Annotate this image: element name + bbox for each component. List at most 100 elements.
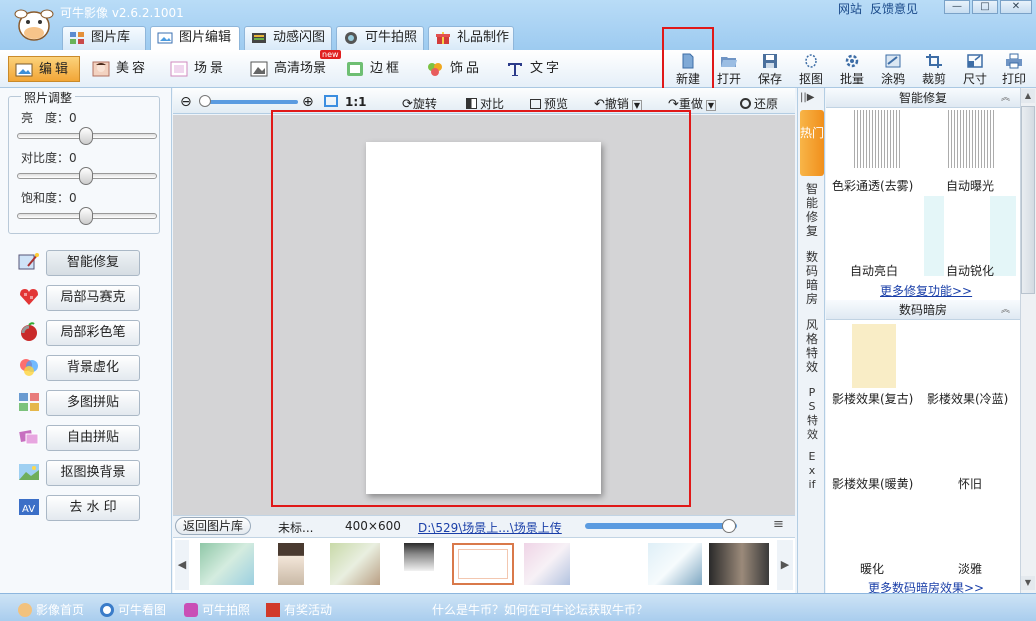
- tab-flash-gif[interactable]: 动感闪图: [244, 26, 332, 50]
- effect-thumbnail[interactable]: [946, 110, 994, 168]
- effect-studio-cool-blue[interactable]: 影楼效果(冷蓝): [927, 390, 1008, 407]
- replace-background-button[interactable]: 抠图换背景: [46, 460, 140, 486]
- thumbnail[interactable]: [200, 543, 254, 585]
- local-color-pen-button[interactable]: 局部彩色笔: [46, 320, 140, 346]
- open-folder-icon: [721, 57, 737, 67]
- batch-button[interactable]: 批量: [832, 52, 872, 86]
- coin-notice-link[interactable]: 什么是牛币？如何在可牛论坛获取牛币？: [432, 601, 648, 618]
- effect-auto-exposure[interactable]: 自动曝光: [946, 177, 994, 194]
- maximize-button[interactable]: □: [972, 0, 998, 14]
- filmstrip-next-icon[interactable]: ▶: [777, 540, 793, 590]
- effect-thumbnail[interactable]: [852, 110, 900, 168]
- viewer-link[interactable]: 可牛看图: [100, 601, 166, 618]
- tool-decoration[interactable]: 饰品: [420, 56, 496, 82]
- tool-text[interactable]: 文字: [500, 56, 576, 82]
- vtab-smart-repair[interactable]: 智能修复: [800, 182, 824, 248]
- resize-button[interactable]: 尺寸: [955, 52, 995, 86]
- effect-warm[interactable]: 暖化: [860, 560, 884, 577]
- effect-auto-sharpen[interactable]: 自动锐化: [946, 262, 994, 279]
- restore-icon: [740, 98, 751, 109]
- vtab-exif[interactable]: Exif: [800, 450, 824, 506]
- local-mosaic-button[interactable]: 局部马赛克: [46, 285, 140, 311]
- scroll-thumb[interactable]: [1021, 106, 1035, 294]
- section-darkroom-header[interactable]: 数码暗房 ︽: [826, 300, 1020, 320]
- promotion-link[interactable]: 有奖活动: [266, 601, 332, 618]
- website-link[interactable]: 网站: [838, 2, 862, 16]
- multi-collage-button[interactable]: 多图拼贴: [46, 390, 140, 416]
- print-button[interactable]: 打印: [994, 52, 1034, 86]
- scene-icon: [170, 61, 188, 77]
- tab-image-edit[interactable]: 图片编辑: [150, 26, 240, 52]
- tool-scene[interactable]: 场景: [164, 56, 240, 82]
- feedback-link[interactable]: 反馈意见: [870, 2, 918, 16]
- thumbnail[interactable]: [648, 543, 702, 585]
- eye-icon: [100, 603, 114, 617]
- zoom-in-icon[interactable]: ⊕: [302, 94, 314, 110]
- thumbnail[interactable]: [524, 543, 570, 585]
- tool-frame[interactable]: 边框: [340, 56, 416, 82]
- vtab-style-effects[interactable]: 风格特效: [800, 318, 824, 382]
- cutout-button[interactable]: 抠图: [791, 52, 831, 86]
- vtab-digital-darkroom[interactable]: 数码暗房: [800, 250, 824, 314]
- tool-hd-scene[interactable]: 高清场景 new: [244, 50, 341, 82]
- section-smart-repair-header[interactable]: 智能修复 ︽: [826, 88, 1020, 108]
- saturation-slider-knob[interactable]: [79, 207, 93, 225]
- vtab-hot[interactable]: 热门: [800, 110, 824, 176]
- scroll-down-icon[interactable]: ▼: [1021, 576, 1035, 590]
- back-to-gallery-button[interactable]: 返回图片库: [175, 517, 251, 535]
- actual-size-label[interactable]: 1:1: [345, 95, 367, 109]
- open-button[interactable]: 打开: [709, 52, 749, 86]
- effect-auto-brighten[interactable]: 自动亮白: [850, 262, 898, 279]
- tab-gallery[interactable]: 图片库: [62, 26, 146, 50]
- doodle-button[interactable]: 涂鸦: [873, 52, 913, 86]
- tab-gift[interactable]: 礼品制作: [428, 26, 514, 50]
- left-panel: 照片调整 亮 度：0 对比度：0 饱和度：0 智能修复 局部马赛克 局部彩色笔 …: [0, 88, 172, 593]
- vtab-ps-effects[interactable]: PS特效: [800, 386, 824, 441]
- collapse-panel-icon[interactable]: ||▶: [800, 92, 814, 103]
- effect-thumbnail[interactable]: [852, 324, 896, 388]
- replace-background-icon: [19, 464, 39, 480]
- minimize-button[interactable]: —: [944, 0, 970, 14]
- tool-beauty[interactable]: 美容: [86, 56, 162, 82]
- effect-defog[interactable]: 色彩通透(去雾): [832, 177, 913, 194]
- contrast-slider-knob[interactable]: [79, 167, 93, 185]
- close-button[interactable]: ✕: [1000, 0, 1032, 14]
- file-path-link[interactable]: D:\529\场景上...\场景上传: [418, 519, 562, 536]
- zoom-out-icon[interactable]: ⊖: [180, 94, 192, 110]
- fit-screen-icon[interactable]: [324, 95, 338, 107]
- background-blur-button[interactable]: 背景虚化: [46, 355, 140, 381]
- collapse-icon: ︽: [1000, 305, 1010, 315]
- free-collage-button[interactable]: 自由拼贴: [46, 425, 140, 451]
- tab-camera[interactable]: 可牛拍照: [336, 26, 424, 50]
- filmstrip-prev-icon[interactable]: ◀: [175, 540, 189, 590]
- save-button[interactable]: 保存: [750, 52, 790, 86]
- thumbnail-zoom-knob[interactable]: [722, 519, 736, 533]
- zoom-slider-knob[interactable]: [199, 95, 211, 107]
- effect-studio-retro[interactable]: 影楼效果(复古): [832, 390, 913, 407]
- brightness-slider-knob[interactable]: [79, 127, 93, 145]
- scroll-up-icon[interactable]: ▲: [1021, 89, 1035, 103]
- face-icon: [92, 61, 110, 77]
- thumbnail-selected[interactable]: [452, 543, 514, 585]
- thumbnail[interactable]: [330, 543, 380, 585]
- home-link[interactable]: 影像首页: [18, 601, 84, 618]
- thumbnail[interactable]: [404, 543, 434, 571]
- effect-nostalgia[interactable]: 怀旧: [958, 475, 982, 492]
- restore-button[interactable]: 还原: [740, 95, 778, 112]
- remove-watermark-button[interactable]: 去 水 印: [46, 495, 140, 521]
- effect-elegant[interactable]: 淡雅: [958, 560, 982, 577]
- preview-icon: [530, 99, 541, 109]
- thumbnail[interactable]: [709, 543, 769, 585]
- tool-edit[interactable]: 编辑: [8, 56, 80, 82]
- crop-button[interactable]: 裁剪: [914, 52, 954, 86]
- smart-repair-button[interactable]: 智能修复: [46, 250, 140, 276]
- doodle-icon: [885, 54, 901, 68]
- more-repair-link[interactable]: 更多修复功能>>: [880, 282, 972, 299]
- zoom-slider[interactable]: [200, 100, 298, 104]
- effect-studio-warm-yellow[interactable]: 影楼效果(暖黄): [832, 475, 913, 492]
- gift-icon: [436, 32, 450, 44]
- thumbnail-zoom-slider[interactable]: [585, 523, 737, 529]
- camera-link[interactable]: 可牛拍照: [184, 601, 250, 618]
- thumbnail[interactable]: [278, 543, 304, 585]
- menu-icon[interactable]: ≡: [773, 517, 784, 532]
